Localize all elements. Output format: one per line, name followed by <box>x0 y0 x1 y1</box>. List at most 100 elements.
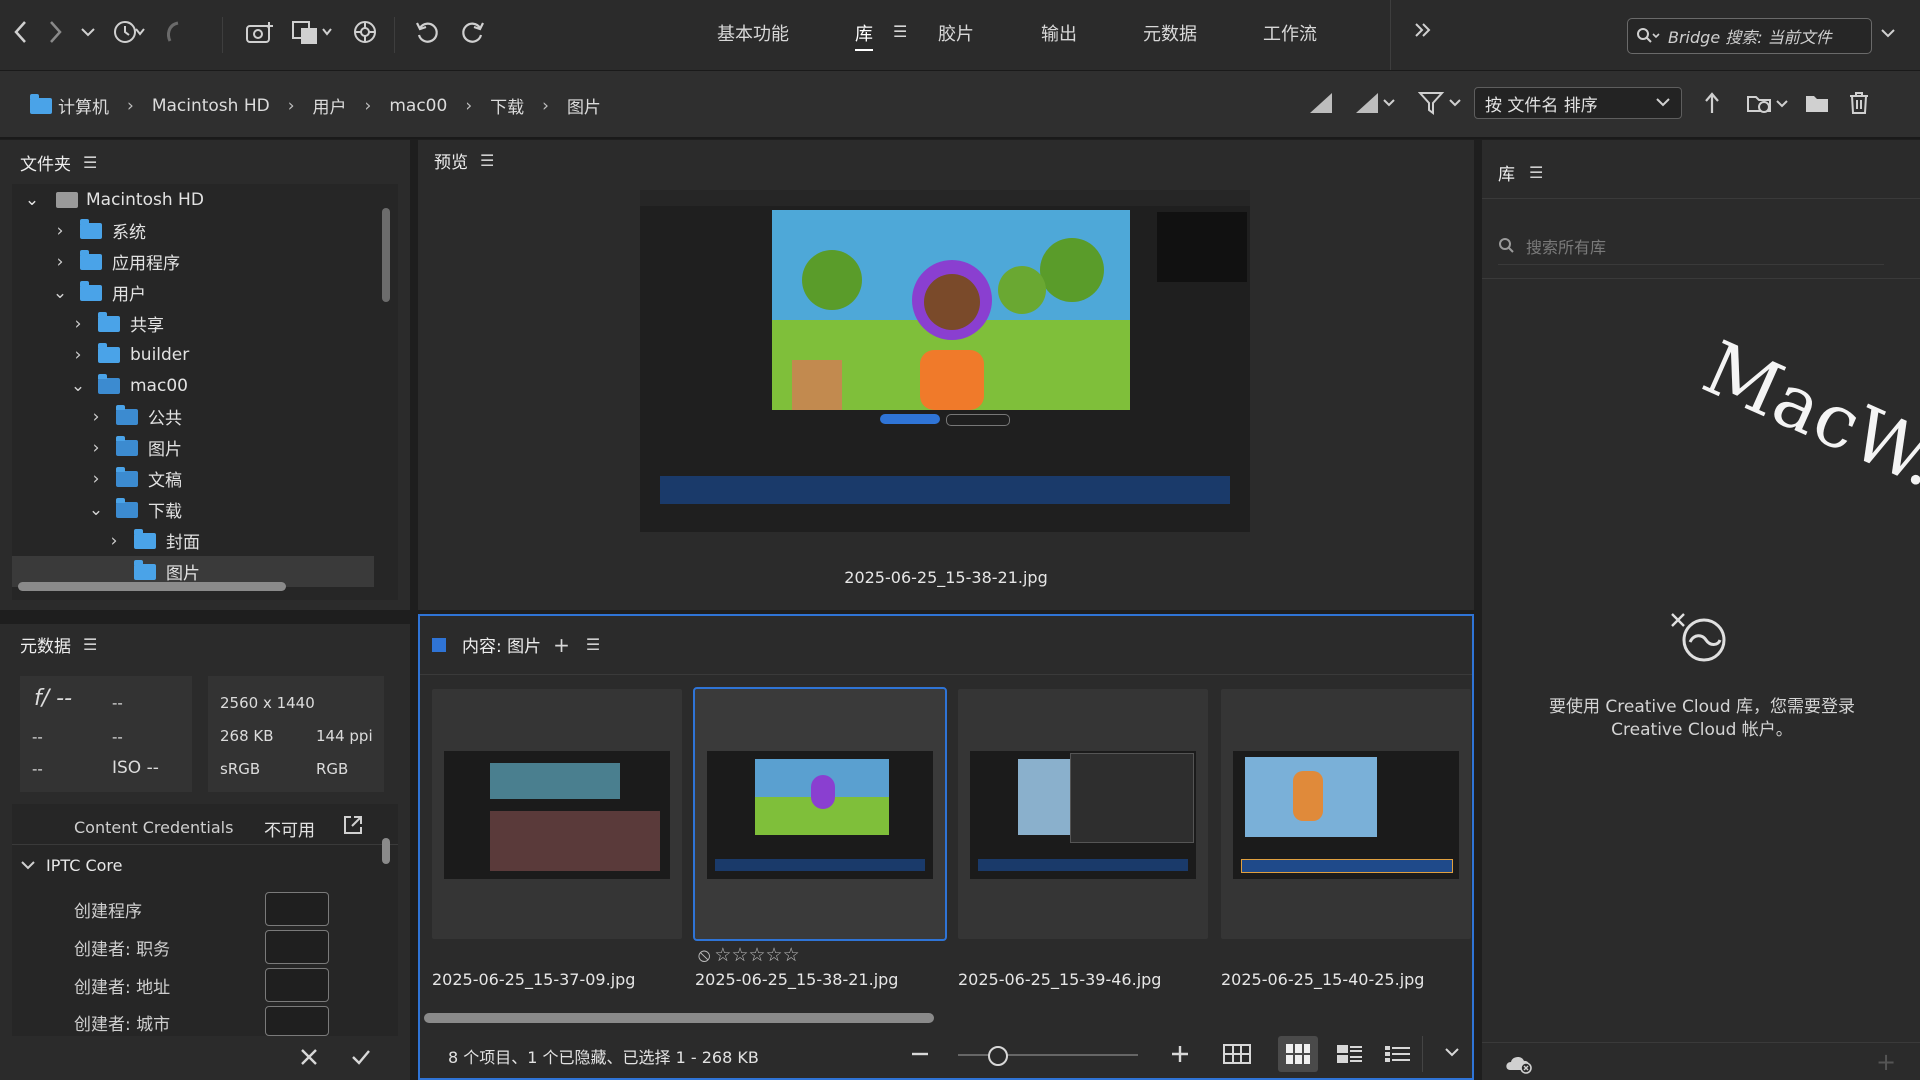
chevron-down-icon[interactable]: ⌄ <box>52 283 68 303</box>
panel-menu-icon[interactable]: ☰ <box>480 151 494 170</box>
iptc-field-input[interactable] <box>265 1006 329 1036</box>
tree-item-downloads[interactable]: ⌄ 下载 <box>88 494 450 525</box>
menu-icon[interactable]: ☰ <box>893 22 907 41</box>
breadcrumb-item[interactable]: mac00 <box>389 96 447 116</box>
iptc-field-input[interactable] <box>265 968 329 1002</box>
chevron-right-icon[interactable]: › <box>88 407 104 427</box>
chevron-right-icon[interactable]: › <box>52 252 68 272</box>
search-options-chevron-icon[interactable] <box>1880 27 1896 41</box>
star-icon[interactable]: ☆ <box>783 944 800 966</box>
workspace-tab-library[interactable]: 库 <box>855 20 873 51</box>
tree-item-builder[interactable]: › builder <box>70 339 432 370</box>
zoom-slider-thumb[interactable] <box>988 1046 1008 1066</box>
tree-item-macintosh-hd[interactable]: ⌄ Macintosh HD <box>12 184 374 215</box>
recent-history-icon[interactable] <box>112 18 146 46</box>
library-search-field[interactable]: 搜索所有库 <box>1498 228 1884 265</box>
iptc-field-input[interactable] <box>265 892 329 926</box>
rotate-left-icon[interactable] <box>414 18 442 46</box>
panel-menu-icon[interactable]: ☰ <box>586 635 600 654</box>
open-recent-icon[interactable] <box>1746 91 1790 115</box>
star-icon[interactable]: ☆ <box>731 944 748 966</box>
chevron-down-icon[interactable]: ⌄ <box>88 500 104 520</box>
iptc-field-input[interactable] <box>265 930 329 964</box>
star-icon[interactable]: ☆ <box>766 944 783 966</box>
workspace-tab-metadata[interactable]: 元数据 <box>1143 20 1197 46</box>
chevron-right-icon[interactable]: › <box>70 314 86 334</box>
rating-stars[interactable]: ⦸ ☆ ☆ ☆ ☆ ☆ <box>698 944 800 966</box>
boomerang-icon[interactable] <box>162 19 184 45</box>
quality-icon[interactable] <box>1308 91 1334 115</box>
horizontal-scrollbar[interactable] <box>18 582 286 591</box>
breadcrumb-item[interactable]: 下载 <box>490 93 524 118</box>
workspace-tab-output[interactable]: 输出 <box>1041 20 1077 46</box>
tree-item-system[interactable]: › 系统 <box>52 215 414 246</box>
grid-lock-icon[interactable] <box>1222 1042 1252 1066</box>
chevron-right-icon[interactable]: › <box>52 221 68 241</box>
chevron-right-icon[interactable]: › <box>70 345 86 365</box>
breadcrumb-item[interactable]: 图片 <box>567 93 601 118</box>
chevron-right-icon[interactable]: › <box>88 438 104 458</box>
add-icon[interactable]: + <box>553 633 570 657</box>
cloud-sync-icon[interactable] <box>1504 1052 1534 1074</box>
chevron-right-icon[interactable]: › <box>88 469 104 489</box>
back-icon[interactable] <box>12 19 30 45</box>
cancel-icon[interactable] <box>298 1046 320 1068</box>
vertical-scrollbar[interactable] <box>382 838 390 864</box>
external-link-icon[interactable] <box>342 814 364 836</box>
filter-icon[interactable] <box>1418 89 1464 117</box>
tree-item-applications[interactable]: › 应用程序 <box>52 246 414 277</box>
camera-import-icon[interactable] <box>245 18 275 46</box>
iptc-core-section-header[interactable]: IPTC Core <box>20 856 123 875</box>
vertical-scrollbar[interactable] <box>382 208 390 302</box>
forward-icon[interactable] <box>46 19 64 45</box>
tree-item-cover[interactable]: › 封面 <box>106 525 468 556</box>
chevron-down-icon[interactable] <box>80 24 96 40</box>
details-view-icon[interactable] <box>1336 1043 1364 1065</box>
tree-item-shared[interactable]: › 共享 <box>70 308 432 339</box>
preview-image[interactable] <box>640 190 1250 532</box>
new-folder-icon[interactable] <box>1804 92 1830 114</box>
star-icon[interactable]: ☆ <box>748 944 765 966</box>
workspace-tab-workflow[interactable]: 工作流 <box>1263 20 1317 46</box>
chevron-down-icon[interactable]: ⌄ <box>70 376 86 396</box>
rotate-right-icon[interactable] <box>458 18 486 46</box>
panel-menu-icon[interactable]: ☰ <box>1529 163 1543 182</box>
workspace-tab-filmstrip[interactable]: 胶片 <box>938 20 974 46</box>
tree-item-users[interactable]: ⌄ 用户 <box>52 277 414 308</box>
more-workspaces-icon[interactable] <box>1413 20 1433 40</box>
sort-select[interactable]: 按 文件名 排序 <box>1474 87 1682 119</box>
apply-check-icon[interactable] <box>350 1046 372 1068</box>
tree-item-pictures[interactable]: › 图片 <box>88 432 450 463</box>
horizontal-scrollbar[interactable] <box>424 1013 934 1023</box>
star-icon[interactable]: ☆ <box>714 944 731 966</box>
trash-icon[interactable] <box>1848 91 1870 115</box>
rating-filter-icon[interactable] <box>1354 91 1398 115</box>
tree-item-documents[interactable]: › 文稿 <box>88 463 450 494</box>
list-view-icon[interactable] <box>1384 1043 1412 1065</box>
thumbnail-card[interactable] <box>958 689 1208 939</box>
workspace-tab-essentials[interactable]: 基本功能 <box>717 20 789 46</box>
chevron-down-icon[interactable] <box>20 859 36 873</box>
panel-menu-icon[interactable]: ☰ <box>83 153 97 172</box>
panel-menu-icon[interactable]: ☰ <box>83 635 97 654</box>
tree-item-public[interactable]: › 公共 <box>88 401 450 432</box>
thumbnail-card-selected[interactable] <box>693 687 947 941</box>
chevron-right-icon[interactable]: › <box>106 531 122 551</box>
sync-icon[interactable] <box>351 18 379 46</box>
breadcrumb-item[interactable]: Macintosh HD <box>152 96 270 116</box>
tree-item-mac00[interactable]: ⌄ mac00 <box>70 370 432 401</box>
thumbnail-card[interactable] <box>1221 689 1471 939</box>
refine-icon[interactable] <box>291 18 335 46</box>
view-options-chevron-icon[interactable] <box>1444 1046 1460 1060</box>
zoom-out-icon[interactable] <box>910 1044 930 1064</box>
zoom-in-icon[interactable] <box>1170 1044 1190 1064</box>
reject-icon[interactable]: ⦸ <box>698 944 710 966</box>
thumbnail-card[interactable] <box>432 689 682 939</box>
chevron-down-icon[interactable]: ⌄ <box>12 190 52 210</box>
breadcrumb-item[interactable]: 用户 <box>313 93 347 118</box>
bridge-search-field[interactable]: Bridge 搜索: 当前文件 <box>1627 18 1872 54</box>
add-library-icon[interactable]: + <box>1876 1048 1896 1076</box>
zoom-slider-track[interactable] <box>958 1054 1138 1056</box>
breadcrumb-item[interactable]: 计算机 <box>58 93 109 118</box>
sort-ascending-icon[interactable] <box>1702 91 1722 115</box>
